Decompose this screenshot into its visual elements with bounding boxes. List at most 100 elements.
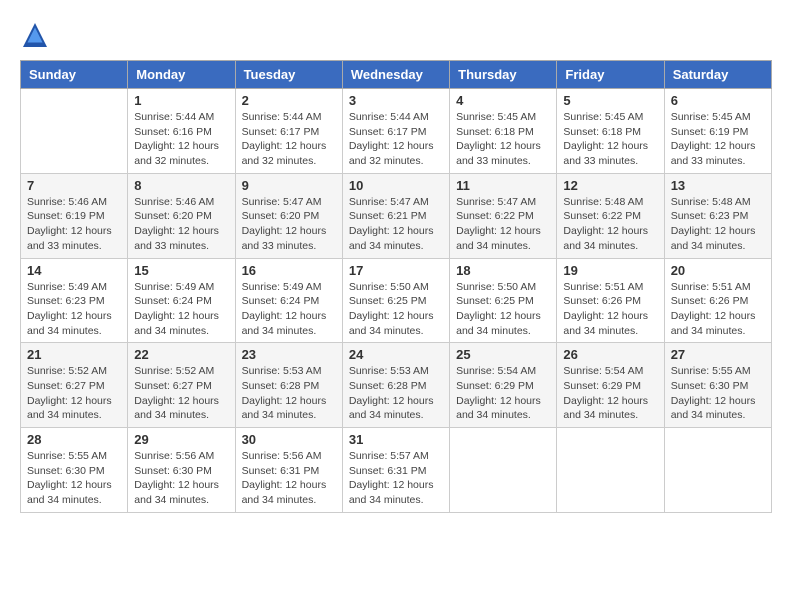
day-info: Sunrise: 5:44 AM Sunset: 6:17 PM Dayligh… (242, 110, 336, 169)
calendar-cell: 24 Sunrise: 5:53 AM Sunset: 6:28 PM Dayli… (342, 343, 449, 428)
day-number: 23 (242, 347, 336, 362)
day-info: Sunrise: 5:54 AM Sunset: 6:29 PM Dayligh… (563, 364, 657, 423)
day-number: 1 (134, 93, 228, 108)
calendar-cell: 25 Sunrise: 5:54 AM Sunset: 6:29 PM Dayli… (450, 343, 557, 428)
calendar-cell: 12 Sunrise: 5:48 AM Sunset: 6:22 PM Dayli… (557, 173, 664, 258)
day-number: 17 (349, 263, 443, 278)
calendar-cell: 13 Sunrise: 5:48 AM Sunset: 6:23 PM Dayli… (664, 173, 771, 258)
calendar-cell (664, 428, 771, 513)
day-of-week-header: Sunday (21, 61, 128, 89)
calendar-cell (557, 428, 664, 513)
day-info: Sunrise: 5:56 AM Sunset: 6:30 PM Dayligh… (134, 449, 228, 508)
day-info: Sunrise: 5:45 AM Sunset: 6:19 PM Dayligh… (671, 110, 765, 169)
calendar-cell: 17 Sunrise: 5:50 AM Sunset: 6:25 PM Dayli… (342, 258, 449, 343)
day-number: 6 (671, 93, 765, 108)
calendar-cell: 16 Sunrise: 5:49 AM Sunset: 6:24 PM Dayli… (235, 258, 342, 343)
calendar-cell (450, 428, 557, 513)
day-info: Sunrise: 5:48 AM Sunset: 6:23 PM Dayligh… (671, 195, 765, 254)
calendar-cell: 5Sunrise: 5:45 AM Sunset: 6:18 PM Daylig… (557, 89, 664, 174)
day-info: Sunrise: 5:49 AM Sunset: 6:24 PM Dayligh… (134, 280, 228, 339)
day-number: 9 (242, 178, 336, 193)
day-number: 29 (134, 432, 228, 447)
calendar-cell: 7 Sunrise: 5:46 AM Sunset: 6:19 PM Daylig… (21, 173, 128, 258)
calendar-cell: 23 Sunrise: 5:53 AM Sunset: 6:28 PM Dayli… (235, 343, 342, 428)
day-info: Sunrise: 5:54 AM Sunset: 6:29 PM Dayligh… (456, 364, 550, 423)
calendar-cell: 22Sunrise: 5:52 AM Sunset: 6:27 PM Dayli… (128, 343, 235, 428)
day-info: Sunrise: 5:45 AM Sunset: 6:18 PM Dayligh… (456, 110, 550, 169)
day-number: 31 (349, 432, 443, 447)
day-info: Sunrise: 5:55 AM Sunset: 6:30 PM Dayligh… (27, 449, 121, 508)
day-info: Sunrise: 5:45 AM Sunset: 6:18 PM Dayligh… (563, 110, 657, 169)
day-number: 21 (27, 347, 121, 362)
day-number: 24 (349, 347, 443, 362)
calendar-cell: 29 Sunrise: 5:56 AM Sunset: 6:30 PM Dayli… (128, 428, 235, 513)
calendar-cell: 30Sunrise: 5:56 AM Sunset: 6:31 PM Dayli… (235, 428, 342, 513)
day-info: Sunrise: 5:49 AM Sunset: 6:24 PM Dayligh… (242, 280, 336, 339)
calendar-cell: 9Sunrise: 5:47 AM Sunset: 6:20 PM Daylig… (235, 173, 342, 258)
calendar-cell: 6 Sunrise: 5:45 AM Sunset: 6:19 PM Daylig… (664, 89, 771, 174)
day-number: 13 (671, 178, 765, 193)
day-info: Sunrise: 5:51 AM Sunset: 6:26 PM Dayligh… (671, 280, 765, 339)
day-of-week-header: Friday (557, 61, 664, 89)
day-number: 7 (27, 178, 121, 193)
calendar-cell: 2 Sunrise: 5:44 AM Sunset: 6:17 PM Daylig… (235, 89, 342, 174)
day-info: Sunrise: 5:47 AM Sunset: 6:22 PM Dayligh… (456, 195, 550, 254)
day-number: 4 (456, 93, 550, 108)
day-of-week-header: Monday (128, 61, 235, 89)
day-info: Sunrise: 5:53 AM Sunset: 6:28 PM Dayligh… (349, 364, 443, 423)
day-number: 22 (134, 347, 228, 362)
calendar-week-row: 14 Sunrise: 5:49 AM Sunset: 6:23 PM Dayli… (21, 258, 772, 343)
day-info: Sunrise: 5:57 AM Sunset: 6:31 PM Dayligh… (349, 449, 443, 508)
day-number: 25 (456, 347, 550, 362)
logo-icon (20, 20, 50, 50)
day-info: Sunrise: 5:47 AM Sunset: 6:21 PM Dayligh… (349, 195, 443, 254)
day-number: 26 (563, 347, 657, 362)
calendar-cell: 1 Sunrise: 5:44 AM Sunset: 6:16 PM Daylig… (128, 89, 235, 174)
day-number: 27 (671, 347, 765, 362)
day-number: 8 (134, 178, 228, 193)
day-info: Sunrise: 5:53 AM Sunset: 6:28 PM Dayligh… (242, 364, 336, 423)
calendar-cell: 14 Sunrise: 5:49 AM Sunset: 6:23 PM Dayli… (21, 258, 128, 343)
day-number: 18 (456, 263, 550, 278)
day-of-week-header: Saturday (664, 61, 771, 89)
day-number: 19 (563, 263, 657, 278)
day-number: 14 (27, 263, 121, 278)
calendar-cell: 31 Sunrise: 5:57 AM Sunset: 6:31 PM Dayli… (342, 428, 449, 513)
day-of-week-header: Tuesday (235, 61, 342, 89)
day-number: 2 (242, 93, 336, 108)
day-info: Sunrise: 5:46 AM Sunset: 6:19 PM Dayligh… (27, 195, 121, 254)
calendar-week-row: 1 Sunrise: 5:44 AM Sunset: 6:16 PM Daylig… (21, 89, 772, 174)
day-info: Sunrise: 5:55 AM Sunset: 6:30 PM Dayligh… (671, 364, 765, 423)
calendar-cell: 8Sunrise: 5:46 AM Sunset: 6:20 PM Daylig… (128, 173, 235, 258)
calendar-cell: 26 Sunrise: 5:54 AM Sunset: 6:29 PM Dayli… (557, 343, 664, 428)
calendar-cell: 20 Sunrise: 5:51 AM Sunset: 6:26 PM Dayli… (664, 258, 771, 343)
calendar-cell: 4 Sunrise: 5:45 AM Sunset: 6:18 PM Daylig… (450, 89, 557, 174)
day-info: Sunrise: 5:48 AM Sunset: 6:22 PM Dayligh… (563, 195, 657, 254)
calendar-cell: 3 Sunrise: 5:44 AM Sunset: 6:17 PM Daylig… (342, 89, 449, 174)
calendar-cell: 27 Sunrise: 5:55 AM Sunset: 6:30 PM Dayli… (664, 343, 771, 428)
day-number: 3 (349, 93, 443, 108)
day-number: 20 (671, 263, 765, 278)
calendar-cell: 15Sunrise: 5:49 AM Sunset: 6:24 PM Dayli… (128, 258, 235, 343)
day-info: Sunrise: 5:50 AM Sunset: 6:25 PM Dayligh… (456, 280, 550, 339)
calendar-cell (21, 89, 128, 174)
day-info: Sunrise: 5:52 AM Sunset: 6:27 PM Dayligh… (27, 364, 121, 423)
day-info: Sunrise: 5:49 AM Sunset: 6:23 PM Dayligh… (27, 280, 121, 339)
calendar-cell: 18 Sunrise: 5:50 AM Sunset: 6:25 PM Dayli… (450, 258, 557, 343)
day-info: Sunrise: 5:44 AM Sunset: 6:16 PM Dayligh… (134, 110, 228, 169)
day-info: Sunrise: 5:44 AM Sunset: 6:17 PM Dayligh… (349, 110, 443, 169)
day-info: Sunrise: 5:50 AM Sunset: 6:25 PM Dayligh… (349, 280, 443, 339)
day-of-week-header: Thursday (450, 61, 557, 89)
calendar-cell: 10 Sunrise: 5:47 AM Sunset: 6:21 PM Dayli… (342, 173, 449, 258)
day-number: 10 (349, 178, 443, 193)
calendar-week-row: 21 Sunrise: 5:52 AM Sunset: 6:27 PM Dayli… (21, 343, 772, 428)
day-number: 12 (563, 178, 657, 193)
day-number: 28 (27, 432, 121, 447)
calendar-cell: 11Sunrise: 5:47 AM Sunset: 6:22 PM Dayli… (450, 173, 557, 258)
calendar-header-row: SundayMondayTuesdayWednesdayThursdayFrid… (21, 61, 772, 89)
calendar-week-row: 7 Sunrise: 5:46 AM Sunset: 6:19 PM Daylig… (21, 173, 772, 258)
logo (20, 20, 54, 50)
day-info: Sunrise: 5:51 AM Sunset: 6:26 PM Dayligh… (563, 280, 657, 339)
day-number: 16 (242, 263, 336, 278)
calendar-cell: 21 Sunrise: 5:52 AM Sunset: 6:27 PM Dayli… (21, 343, 128, 428)
